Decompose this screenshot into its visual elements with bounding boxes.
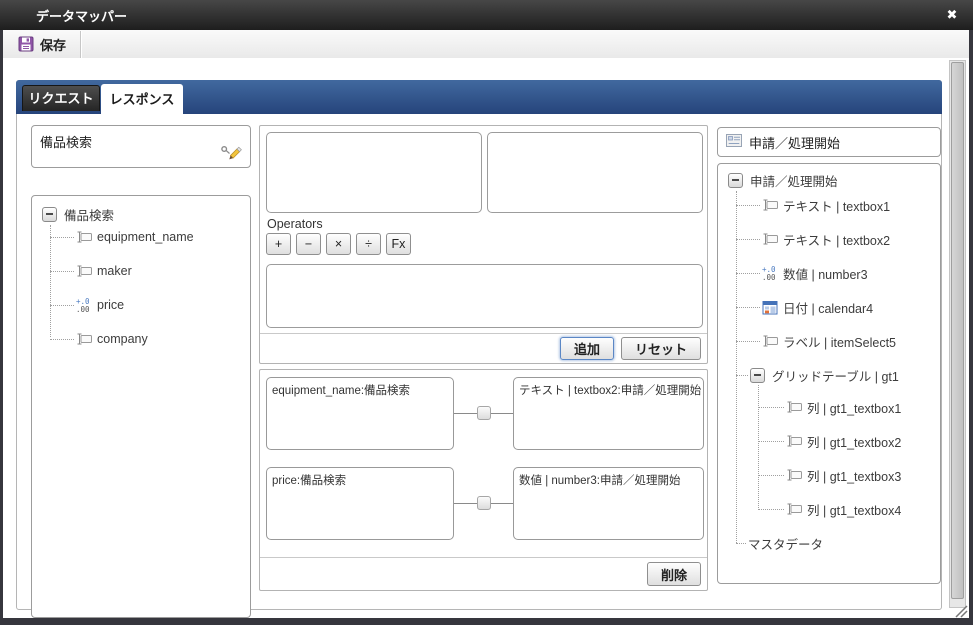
expression-footer: 追加 リセット [260,333,707,363]
tree-item-number3[interactable]: +.0.00 数値 | number3 [718,256,938,290]
svg-text:.00: .00 [76,305,90,313]
calendar-icon [762,300,779,315]
dialog-content: リクエスト レスポンス 備品検索 備品検索 equipment_name mak… [3,58,969,618]
form-icon [726,134,742,150]
mapping-footer: 削除 [260,557,707,590]
tree-group-gt1[interactable]: グリッドテーブル | gt1 [718,358,938,392]
mapping-row: price:備品検索 数値 | number3:申請／処理開始 [266,467,704,540]
save-button[interactable]: 保存 [12,32,72,56]
textfield-icon [762,232,779,246]
mapping-checkbox[interactable] [477,496,491,510]
mapping-checkbox[interactable] [477,406,491,420]
target-title: 申請／処理開始 [749,135,841,151]
tree-item-gt1-textbox4[interactable]: 列 | gt1_textbox4 [718,492,938,526]
delete-button[interactable]: 削除 [646,562,701,586]
target-title-box: 申請／処理開始 [717,127,941,157]
textfield-icon [786,400,803,414]
close-icon[interactable]: ✖ [944,7,960,23]
target-tree: 申請／処理開始 テキスト | textbox1 テキスト | textbox2 [718,164,940,583]
tree-item-itemselect5[interactable]: ラベル | itemSelect5 [718,324,938,358]
tab-request[interactable]: リクエスト [22,85,100,111]
source-tree: 備品検索 equipment_name maker +.0 .00 price … [32,196,250,617]
add-button[interactable]: 追加 [559,337,614,360]
textfield-icon [786,434,803,448]
collapse-minus-icon[interactable] [750,367,765,383]
source-tree-panel: 備品検索 equipment_name maker +.0 .00 price … [31,195,251,618]
tree-item-textbox2[interactable]: テキスト | textbox2 [718,222,938,256]
plus-operator-button[interactable]: + [266,233,291,255]
tree-item-gt1-textbox1[interactable]: 列 | gt1_textbox1 [718,390,938,424]
mapping-list: equipment_name:備品検索 テキスト | textbox2:申請／処… [259,369,708,591]
reset-button[interactable]: リセット [620,337,701,360]
edit-pencil-icon[interactable] [220,143,244,165]
save-label: 保存 [40,37,67,53]
save-icon [18,36,34,52]
mapping-target-box[interactable]: 数値 | number3:申請／処理開始 [513,467,704,540]
operators-label: Operators [267,217,323,231]
tree-item-equipment-name[interactable]: equipment_name [32,220,248,254]
target-tree-panel: 申請／処理開始 テキスト | textbox1 テキスト | textbox2 [717,163,941,584]
toolbar-separator [80,30,82,58]
textfield-icon [76,264,93,278]
tree-item-maker[interactable]: maker [32,254,248,288]
minus-operator-button[interactable]: − [296,233,321,255]
textfield-icon [76,230,93,244]
source-title-box[interactable]: 備品検索 [31,125,251,168]
textfield-icon [76,332,93,346]
dialog-titlebar[interactable]: データマッパー ✖ [0,0,973,30]
mapping-target-box[interactable]: テキスト | textbox2:申請／処理開始 [513,377,704,450]
tree-item-masterdata[interactable]: マスタデータ [718,526,938,560]
number-icon: +.0.00 [762,265,779,281]
textfield-icon [786,468,803,482]
textfield-icon [762,334,779,348]
source-title: 備品検索 [40,135,93,150]
tree-item-company[interactable]: company [32,322,248,356]
tree-item-textbox1[interactable]: テキスト | textbox1 [718,188,938,222]
expression-builder: Operators + − × ÷ Fx 追加 リセット [259,125,708,364]
resize-handle-icon[interactable] [954,604,968,618]
textfield-icon [786,502,803,516]
formula-area[interactable] [266,264,703,328]
scrollbar-thumb[interactable] [951,62,964,599]
operand-slot-left[interactable] [266,132,482,213]
collapse-minus-icon[interactable] [728,172,743,188]
dialog-title: データマッパー [36,8,128,24]
tree-item-calendar4[interactable]: 日付 | calendar4 [718,290,938,324]
tab-response[interactable]: レスポンス [101,84,183,114]
tab-bar: リクエスト レスポンス [16,80,942,114]
mapping-source-box[interactable]: price:備品検索 [266,467,454,540]
toolbar: 保存 [3,30,969,59]
tree-item-price[interactable]: +.0.00 price [32,288,248,322]
mapping-row: equipment_name:備品検索 テキスト | textbox2:申請／処… [266,377,704,450]
operand-slot-right[interactable] [487,132,703,213]
mapper-panel: リクエスト レスポンス 備品検索 備品検索 equipment_name mak… [16,80,942,618]
mapping-source-box[interactable]: equipment_name:備品検索 [266,377,454,450]
multiply-operator-button[interactable]: × [326,233,351,255]
vertical-scrollbar[interactable] [949,60,966,608]
svg-text:.00: .00 [762,273,776,281]
operator-buttons: + − × ÷ Fx [266,233,411,255]
number-icon: +.0.00 [76,297,93,313]
tree-item-gt1-textbox2[interactable]: 列 | gt1_textbox2 [718,424,938,458]
divide-operator-button[interactable]: ÷ [356,233,381,255]
tree-item-gt1-textbox3[interactable]: 列 | gt1_textbox3 [718,458,938,492]
function-operator-button[interactable]: Fx [386,233,411,255]
textfield-icon [762,198,779,212]
